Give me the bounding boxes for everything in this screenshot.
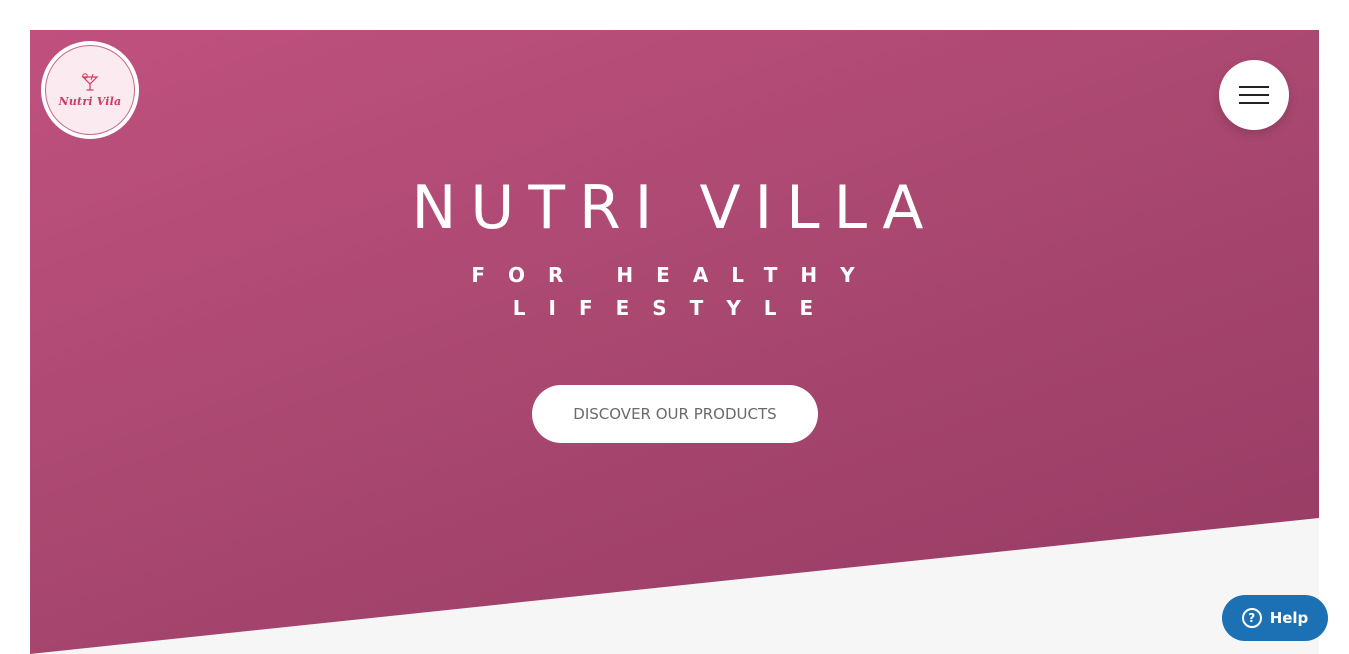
hero-title: NUTRI VILLA — [411, 173, 938, 243]
logo-badge: Nutri Vila — [45, 45, 135, 135]
cocktail-glass-icon — [81, 72, 99, 91]
hero-section — [30, 30, 1319, 654]
hero-background — [30, 30, 1319, 654]
menu-bar-top — [1239, 86, 1269, 88]
page: Nutri Vila NUTRI VILLA FOR HEALTHY LIFES… — [0, 0, 1349, 654]
logo-text: Nutri Vila — [58, 94, 122, 108]
hamburger-menu-button[interactable] — [1219, 60, 1289, 130]
help-button[interactable]: ? Help — [1222, 595, 1328, 641]
menu-bar-middle — [1239, 94, 1269, 96]
question-circle-icon: ? — [1241, 608, 1262, 628]
help-label: Help — [1269, 609, 1309, 627]
discover-products-button[interactable]: DISCOVER OUR PRODUCTS — [532, 385, 818, 443]
site-logo[interactable]: Nutri Vila — [41, 41, 139, 139]
menu-bar-bottom — [1239, 102, 1269, 104]
hero-subtitle: FOR HEALTHY LIFESTYLE — [471, 263, 878, 320]
